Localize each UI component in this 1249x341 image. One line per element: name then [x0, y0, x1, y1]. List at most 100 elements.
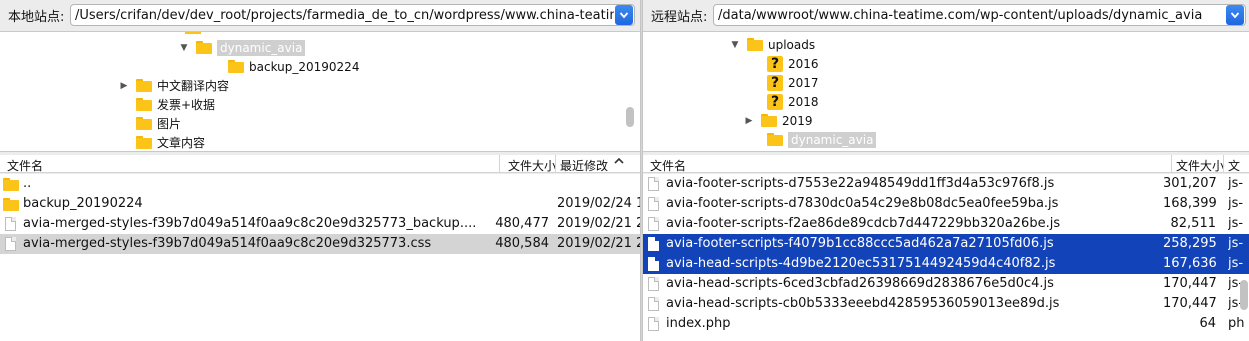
disclosure-collapsed-icon[interactable]: ▶	[743, 116, 755, 126]
local-site-label: 本地站点:	[8, 10, 65, 25]
tree-item-label: 2016	[788, 56, 819, 71]
file-size: 301,207	[1163, 176, 1217, 191]
disclosure-expanded-icon[interactable]: ▼	[729, 40, 741, 50]
file-name: avia-head-scripts-cb0b5333eeebd428595360…	[666, 296, 1060, 311]
file-row[interactable]: avia-head-scripts-6ced3cbfad26398669d283…	[643, 274, 1249, 294]
file-type: js-	[1228, 216, 1244, 231]
column-filesize[interactable]: 文件大小	[508, 157, 556, 174]
remote-list-scrollbar[interactable]	[1240, 280, 1248, 310]
file-type: js-	[1228, 236, 1244, 251]
tree-item-label: dynamic_avia	[788, 131, 877, 148]
file-size: 258,295	[1163, 236, 1217, 251]
sort-ascending-icon[interactable]	[613, 155, 625, 170]
folder-icon	[136, 79, 152, 92]
chevron-down-icon	[1230, 12, 1240, 19]
file-modified: 2019/02/24 1	[557, 196, 640, 211]
file-name: avia-footer-scripts-f2ae86de89cdcb7d4472…	[666, 216, 1061, 231]
folder-icon	[3, 178, 19, 191]
file-type: js-	[1228, 256, 1244, 271]
tree-item-label: 中文翻译内容	[157, 79, 230, 93]
tree-item[interactable]: dynamic_avia	[749, 130, 877, 149]
tree-item[interactable]: ? 2017	[749, 73, 819, 92]
local-folder-tree[interactable]: ▼ dynamic_avia backup_20190224 ▶ 中文翻译内容 发票+收据…	[0, 31, 640, 152]
file-row[interactable]: avia-footer-scripts-f2ae86de89cdcb7d4472…	[643, 214, 1249, 234]
file-modified: 2019/02/21 2	[557, 216, 640, 231]
tree-item-label: 图片	[157, 117, 182, 131]
file-row[interactable]: index.php 64 ph	[643, 314, 1249, 334]
file-name: avia-merged-styles-f39b7d049a514f0aa9c8c…	[23, 216, 477, 231]
disclosure-expanded-icon[interactable]: ▼	[178, 43, 190, 53]
folder-icon	[196, 41, 212, 54]
unknown-folder-icon: ?	[767, 93, 783, 110]
remote-path-dropdown-button[interactable]	[1226, 5, 1244, 25]
tree-item[interactable]: ▼ dynamic_avia	[178, 38, 306, 57]
local-path-dropdown-button[interactable]	[615, 5, 633, 25]
column-filesize[interactable]: 文件大小	[1176, 157, 1224, 174]
folder-icon	[747, 38, 763, 51]
tree-item[interactable]: ▶ 2019	[743, 111, 813, 130]
folder-icon	[136, 136, 152, 149]
file-name: avia-footer-scripts-d7553e22a948549dd1ff…	[666, 176, 1055, 191]
local-path-combobox[interactable]: /Users/crifan/dev/dev_root/projects/farm…	[70, 4, 635, 26]
column-filename[interactable]: 文件名	[650, 157, 686, 174]
tree-item-label: 文章内容	[157, 136, 206, 150]
tree-item-partial	[185, 32, 255, 34]
local-site-pane: 本地站点: /Users/crifan/dev/dev_root/project…	[0, 0, 640, 341]
file-row[interactable]: avia-head-scripts-4d9be2120ec53175144924…	[643, 254, 1249, 274]
file-size: 170,447	[1163, 276, 1217, 291]
remote-site-label: 远程站点:	[651, 10, 708, 25]
column-separator	[1223, 155, 1224, 173]
tree-item-label: 2018	[788, 94, 819, 109]
file-name: ..	[23, 176, 32, 191]
file-name: avia-merged-styles-f39b7d049a514f0aa9c8c…	[23, 236, 432, 251]
file-type: js-	[1228, 176, 1244, 191]
folder-icon	[185, 32, 201, 34]
disclosure-collapsed-icon[interactable]: ▶	[118, 81, 130, 91]
file-icon	[5, 217, 16, 231]
tree-item[interactable]: 图片	[118, 114, 181, 133]
column-separator	[555, 155, 556, 173]
tree-item-label: 发票+收据	[157, 98, 216, 112]
file-row[interactable]: avia-merged-styles-f39b7d049a514f0aa9c8c…	[0, 214, 640, 234]
local-tree-scrollbar[interactable]	[626, 107, 634, 127]
file-icon	[648, 197, 659, 211]
file-name: avia-footer-scripts-d7830dc0a54c29e8b08d…	[666, 196, 1059, 211]
file-size: 480,477	[495, 216, 549, 231]
tree-item-label: backup_20190224	[249, 59, 360, 74]
remote-file-list[interactable]: avia-footer-scripts-d7553e22a948549dd1ff…	[643, 174, 1249, 341]
tree-item[interactable]: ▶ 中文翻译内容	[118, 76, 229, 95]
file-row[interactable]: avia-merged-styles-f39b7d049a514f0aa9c8c…	[0, 234, 640, 254]
file-row[interactable]: avia-footer-scripts-d7553e22a948549dd1ff…	[643, 174, 1249, 194]
file-row[interactable]: avia-footer-scripts-f4079b1cc88ccc5ad462…	[643, 234, 1249, 254]
column-separator	[499, 155, 500, 173]
column-modified[interactable]: 最近修改	[560, 157, 608, 174]
folder-icon	[3, 198, 19, 211]
tree-item[interactable]: 文章内容	[118, 133, 206, 151]
file-name: avia-head-scripts-4d9be2120ec53175144924…	[666, 256, 1056, 271]
file-name: avia-head-scripts-6ced3cbfad26398669d283…	[666, 276, 1054, 291]
remote-site-pane: 远程站点: /data/wwwroot/www.china-teatime.co…	[643, 0, 1249, 341]
tree-item[interactable]: ? 2018	[749, 92, 819, 111]
folder-icon	[136, 117, 152, 130]
file-size: 480,584	[495, 236, 549, 251]
remote-folder-tree[interactable]: ▼ uploads? 2016 ? 2017? 2018 ▶ 2019 dynamic_avia	[643, 31, 1249, 152]
tree-item[interactable]: ▼ uploads	[729, 35, 816, 54]
remote-path-combobox[interactable]: /data/wwwroot/www.china-teatime.com/wp-c…	[713, 4, 1246, 26]
file-row[interactable]: backup_20190224 2019/02/24 1	[0, 194, 640, 214]
file-row[interactable]: avia-head-scripts-cb0b5333eeebd428595360…	[643, 294, 1249, 314]
file-size: 64	[1199, 316, 1216, 331]
file-row[interactable]: avia-footer-scripts-d7830dc0a54c29e8b08d…	[643, 194, 1249, 214]
local-file-list-header: 文件名 文件大小 最近修改	[0, 155, 640, 173]
folder-icon	[761, 114, 777, 127]
unknown-folder-icon: ?	[767, 55, 783, 72]
local-file-list[interactable]: .. backup_20190224 2019/02/24 1 avia-merged…	[0, 174, 640, 341]
file-row[interactable]: ..	[0, 174, 640, 194]
local-path-value: /Users/crifan/dev/dev_root/projects/farm…	[75, 7, 614, 23]
tree-item[interactable]: backup_20190224	[210, 57, 359, 76]
file-name: backup_20190224	[23, 196, 143, 211]
tree-item[interactable]: ? 2016	[749, 54, 819, 73]
column-filename[interactable]: 文件名	[7, 157, 43, 174]
tree-item[interactable]: 发票+收据	[118, 95, 215, 114]
tree-item-label: dynamic_avia	[217, 39, 306, 56]
column-filetype[interactable]: 文	[1228, 157, 1240, 174]
